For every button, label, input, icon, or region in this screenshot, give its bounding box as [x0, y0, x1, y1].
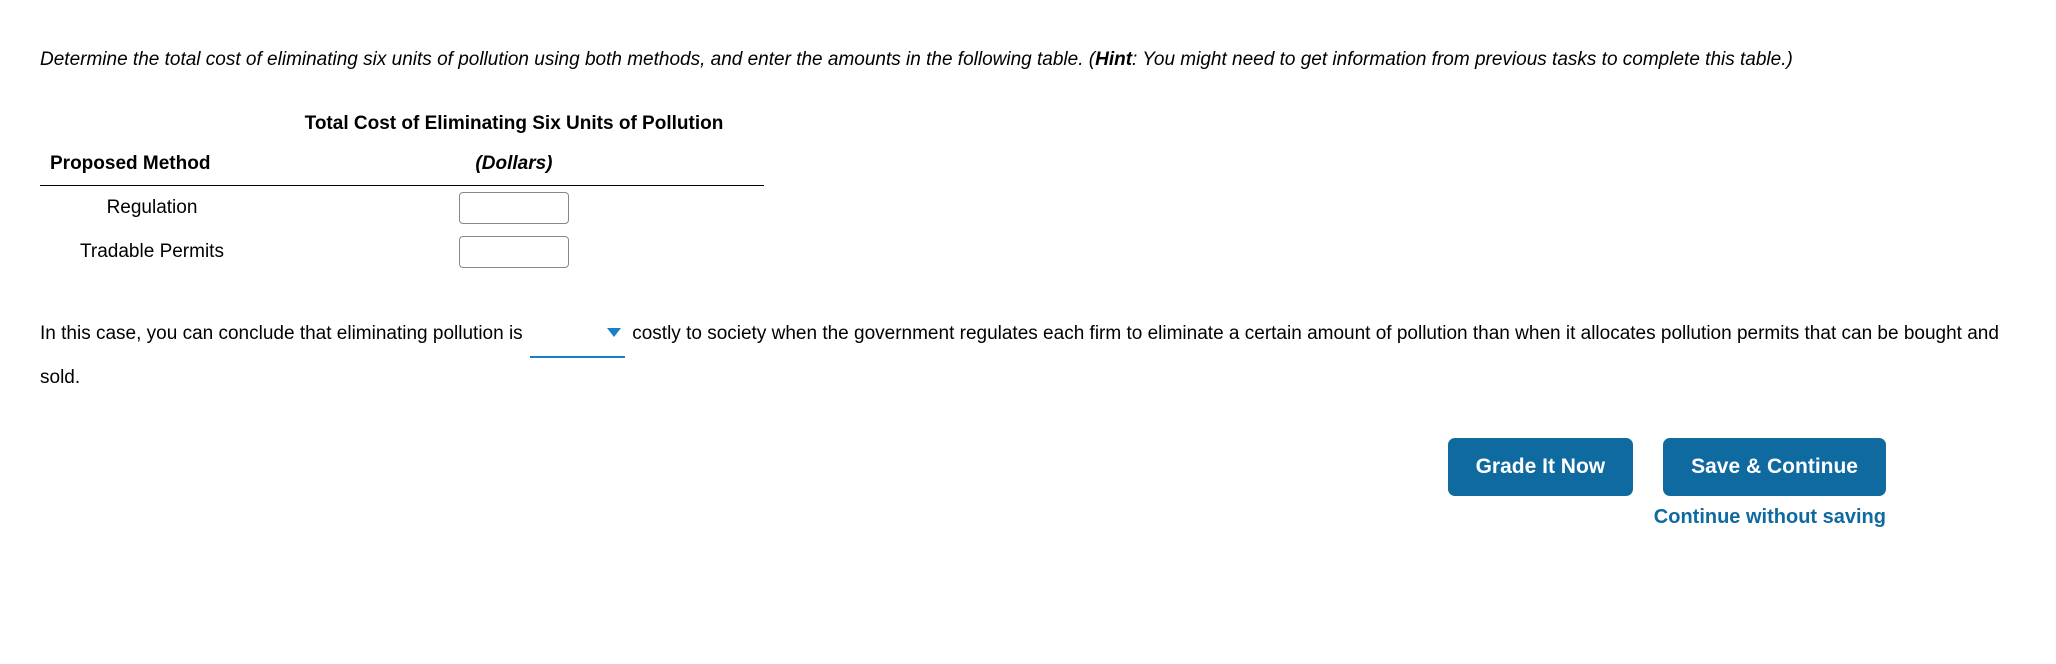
table-header-cost-line2: (Dollars) [264, 145, 764, 186]
instructions-post: : You might need to get information from… [1132, 49, 1793, 70]
table-row: Tradable Permits [40, 230, 764, 274]
grade-it-now-button[interactable]: Grade It Now [1448, 438, 1634, 496]
table-header-method: Proposed Method [40, 145, 264, 186]
continue-without-saving-link[interactable]: Continue without saving [1654, 506, 1886, 529]
action-button-row: Grade It Now Save & Continue [40, 438, 2016, 496]
table-header-cost-line1: Total Cost of Eliminating Six Units of P… [264, 105, 764, 145]
hint-label: Hint [1095, 49, 1132, 70]
save-continue-button[interactable]: Save & Continue [1663, 438, 1886, 496]
conclusion-before: In this case, you can conclude that elim… [40, 323, 528, 344]
conclusion-paragraph: In this case, you can conclude that elim… [40, 314, 2016, 398]
input-tradable-permits-cost[interactable] [459, 236, 569, 268]
chevron-down-icon [607, 328, 621, 337]
cost-table: Total Cost of Eliminating Six Units of P… [40, 105, 764, 274]
instructions-pre: Determine the total cost of eliminating … [40, 49, 1095, 70]
costliness-dropdown[interactable] [530, 314, 625, 358]
instructions-text: Determine the total cost of eliminating … [40, 40, 2016, 80]
table-row: Regulation [40, 185, 764, 230]
row-label-regulation: Regulation [40, 185, 264, 230]
input-regulation-cost[interactable] [459, 192, 569, 224]
row-label-tradable-permits: Tradable Permits [40, 230, 264, 274]
